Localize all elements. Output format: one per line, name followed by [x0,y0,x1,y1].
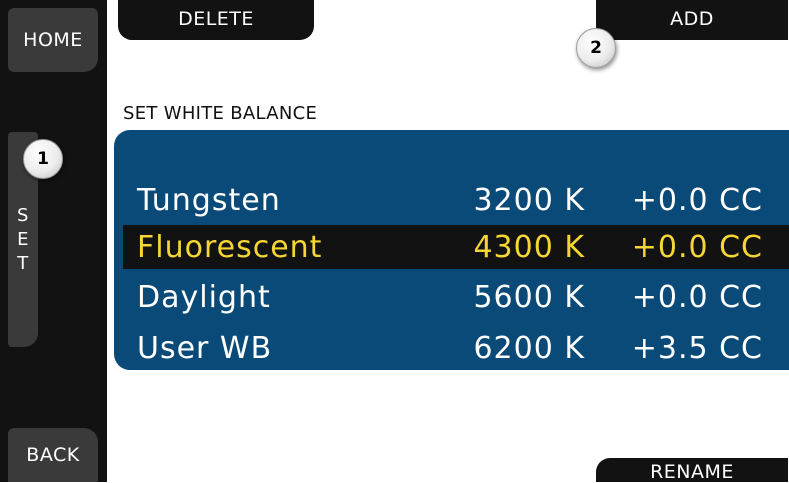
wb-temperature: 3200 K [473,182,585,218]
add-button[interactable]: ADD [596,0,788,40]
wb-row-fluorescent-selected[interactable]: Fluorescent 4300 K +0.0 CC [123,225,789,269]
rename-button[interactable]: RENAME [596,458,788,483]
home-button-label: HOME [23,29,83,51]
wb-name: Tungsten [137,182,281,218]
callout-badge-1: 1 [23,139,63,179]
wb-color-correction: +3.5 CC [631,330,763,366]
add-button-label: ADD [670,8,714,30]
rename-button-label: RENAME [650,461,734,483]
page-title: SET WHITE BALANCE [123,103,318,124]
home-button[interactable]: HOME [8,8,98,72]
wb-temperature: 6200 K [473,330,585,366]
wb-name: Daylight [137,279,271,315]
wb-color-correction: +0.0 CC [631,279,763,315]
callout-badge-2: 2 [576,28,616,68]
wb-color-correction: +0.0 CC [631,182,763,218]
wb-row-daylight[interactable]: Daylight 5600 K +0.0 CC [123,275,789,319]
wb-color-correction: +0.0 CC [631,229,763,265]
wb-row-user-wb[interactable]: User WB 6200 K +3.5 CC [123,326,789,370]
set-letter-t: T [17,253,29,274]
set-letter-e: E [17,229,29,250]
wb-temperature: 4300 K [473,229,585,265]
camera-screen: HOME S E T BACK DELETE ADD RENAME SET WH… [0,0,789,483]
delete-button[interactable]: DELETE [118,0,314,40]
delete-button-label: DELETE [178,8,254,30]
wb-name: Fluorescent [137,229,323,265]
set-letter-s: S [17,205,29,226]
wb-row-tungsten[interactable]: Tungsten 3200 K +0.0 CC [123,178,789,222]
wb-temperature: 5600 K [473,279,585,315]
back-button[interactable]: BACK [8,428,98,482]
wb-name: User WB [137,330,273,366]
back-button-label: BACK [26,444,80,466]
